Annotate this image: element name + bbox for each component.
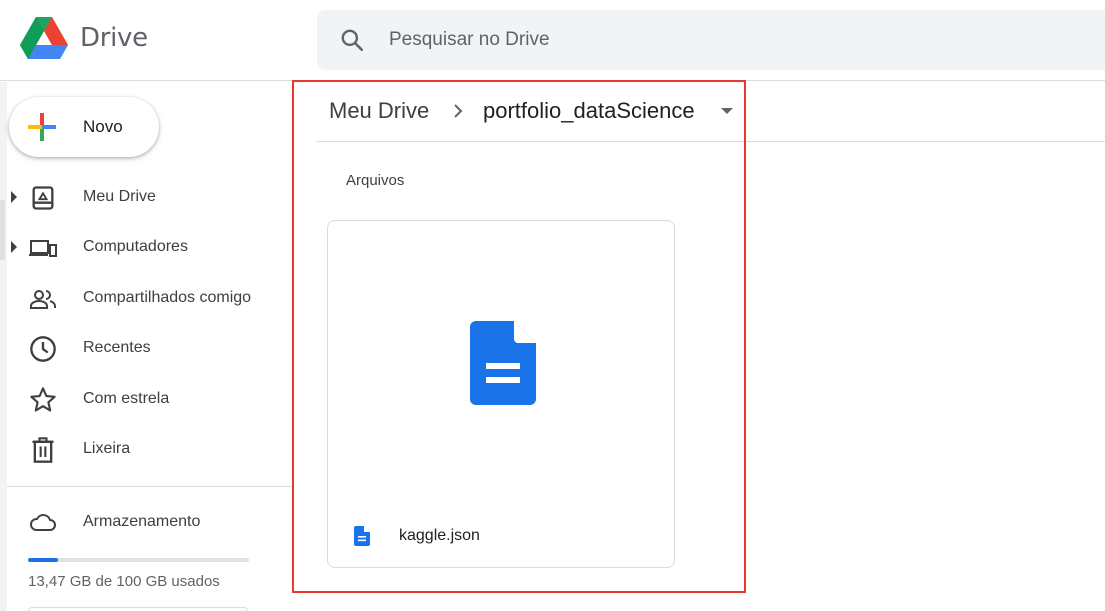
star-icon [30,387,56,412]
docs-icon [470,321,536,405]
sidebar-item-trash[interactable]: Lixeira [7,426,290,472]
my-drive-icon [32,186,54,210]
breadcrumb-current-folder[interactable]: portfolio_dataScience [483,98,695,124]
buy-storage-button[interactable] [28,607,248,611]
sidebar-item-label: Com estrela [83,390,170,407]
breadcrumb-root[interactable]: Meu Drive [329,98,429,124]
sidebar-item-label: Compartilhados comigo [83,289,252,306]
breadcrumb: Meu Drive portfolio_dataScience [316,81,1105,142]
search-input[interactable] [389,24,989,56]
computers-icon [29,240,57,257]
sidebar-item-label: Recentes [83,339,151,356]
storage-usage-text: 13,47 GB de 100 GB usados [28,573,220,590]
expand-arrow-icon[interactable] [11,191,17,203]
left-edge-scroll [0,200,5,260]
clock-icon [30,336,56,362]
sidebar-item-label: Meu Drive [83,188,156,205]
sidebar-item-my-drive[interactable]: Meu Drive [7,174,290,220]
storage-usage-fill [28,558,58,562]
trash-icon [32,437,54,463]
sidebar-item-label: Computadores [83,238,188,255]
sidebar-item-shared[interactable]: Compartilhados comigo [7,275,290,321]
sidebar-item-recent[interactable]: Recentes [7,325,290,371]
search-icon[interactable] [339,27,365,53]
caret-down-icon[interactable] [721,108,733,114]
sidebar-item-computers[interactable]: Computadores [7,224,290,270]
sidebar-item-starred[interactable]: Com estrela [7,376,290,422]
brand-name[interactable]: Drive [80,23,148,53]
left-edge-strip [0,82,7,611]
expand-arrow-icon[interactable] [11,241,17,253]
chevron-right-icon [454,104,463,118]
section-title: Arquivos [346,172,405,189]
new-button[interactable]: Novo [9,97,159,157]
search-bar[interactable] [317,10,1105,70]
drive-logo-icon[interactable] [20,17,68,61]
file-card[interactable]: kaggle.json [327,220,675,568]
storage-usage-bar [28,558,249,562]
shared-people-icon [30,290,56,309]
sidebar-item-label: Lixeira [83,440,131,457]
sidebar-item-label: Armazenamento [83,513,201,530]
sidebar-item-storage[interactable]: Armazenamento [7,499,290,545]
new-button-label: Novo [83,117,123,136]
sidebar-divider [7,486,292,487]
docs-icon [354,526,370,546]
plus-icon [28,113,56,141]
cloud-icon [30,514,56,531]
file-name: kaggle.json [399,527,480,544]
top-header: Drive [0,0,1105,81]
